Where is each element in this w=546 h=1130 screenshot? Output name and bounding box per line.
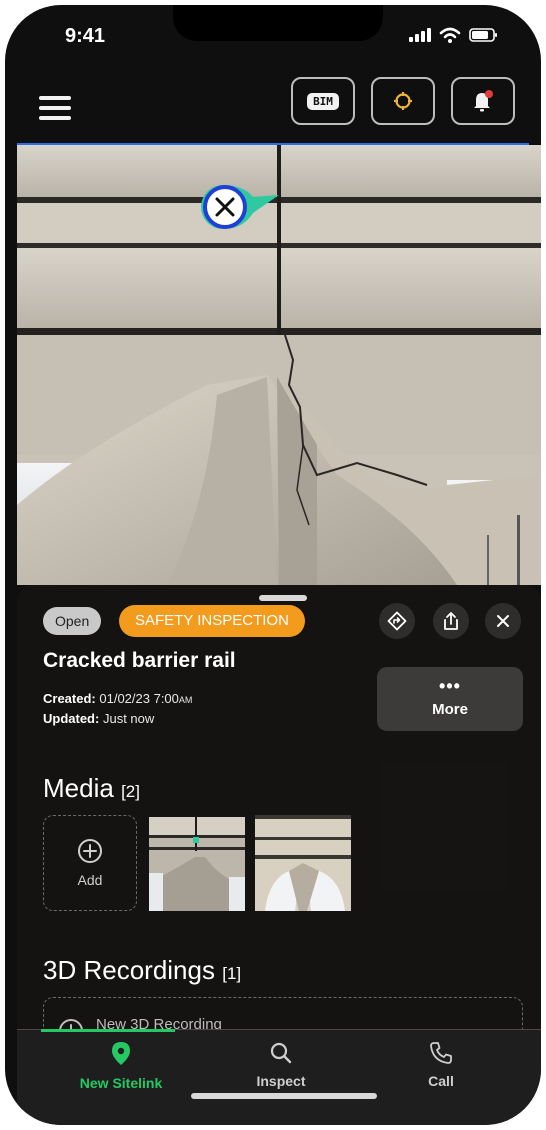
- more-dots-icon: •••: [439, 675, 461, 696]
- media-heading: Media [2]: [43, 773, 140, 804]
- tab-label: New Sitelink: [79, 1075, 163, 1091]
- top-bar: BIM: [5, 69, 541, 145]
- phone-icon: [430, 1042, 452, 1064]
- sitelink-marker[interactable]: [201, 181, 291, 233]
- share-button[interactable]: [433, 603, 469, 639]
- active-tab-indicator: [41, 1029, 175, 1032]
- status-chip: Open: [43, 607, 102, 635]
- device-notch: [173, 5, 383, 41]
- map-pin-icon: [112, 1042, 130, 1065]
- add-media-label: Add: [77, 872, 103, 888]
- tab-label: Call: [428, 1073, 454, 1089]
- updated-row: Updated: Just now: [43, 711, 154, 726]
- crosshair-icon: [394, 92, 412, 110]
- tab-new-sitelink[interactable]: New Sitelink: [51, 1041, 191, 1091]
- updated-value: Just now: [102, 711, 155, 726]
- notifications-button[interactable]: [451, 77, 515, 125]
- created-label: Created:: [43, 691, 96, 706]
- ticket-bottom-sheet: Open SAFETY INSPECTION Cracked barrier r…: [17, 585, 541, 1037]
- target-button[interactable]: [371, 77, 435, 125]
- sheet-grabber[interactable]: [259, 595, 307, 601]
- plus-circle-icon: [78, 839, 102, 863]
- more-button[interactable]: ••• More: [377, 667, 523, 731]
- close-button[interactable]: [485, 603, 521, 639]
- battery-icon: [469, 28, 497, 42]
- bottom-tab-bar: New Sitelink Inspect Call: [17, 1029, 541, 1125]
- search-icon: [270, 1042, 292, 1064]
- tab-inspect[interactable]: Inspect: [211, 1041, 351, 1089]
- created-value: 01/02/23 7:00: [99, 691, 179, 706]
- media-thumbnail[interactable]: [149, 817, 245, 911]
- created-ampm: AM: [178, 695, 193, 705]
- signal-icon: [409, 28, 431, 42]
- top-bar-divider: [17, 143, 529, 145]
- recordings-heading: 3D Recordings [1]: [43, 955, 241, 986]
- status-time: 9:41: [65, 25, 106, 47]
- add-media-button[interactable]: Add: [43, 815, 137, 911]
- created-row: Created: 01/02/23 7:00AM: [43, 691, 192, 706]
- ticket-title: Cracked barrier rail: [43, 649, 236, 672]
- wifi-icon: [439, 27, 461, 43]
- media-thumbnail[interactable]: [255, 815, 351, 911]
- media-title: Media: [43, 773, 114, 803]
- phone-frame: 9:41 BIM Open SAFETY INSPECTION Cracked …: [5, 5, 541, 1125]
- updated-label: Updated:: [43, 711, 100, 726]
- category-chip: SAFETY INSPECTION: [119, 605, 305, 637]
- recordings-count: [1]: [222, 964, 242, 983]
- hamburger-menu-icon[interactable]: [39, 96, 71, 120]
- bim-button[interactable]: BIM: [291, 77, 355, 125]
- tab-call[interactable]: Call: [371, 1041, 511, 1089]
- home-indicator: [191, 1093, 377, 1099]
- bim-label: BIM: [306, 91, 340, 111]
- more-label: More: [432, 700, 468, 718]
- directions-button[interactable]: [379, 603, 415, 639]
- close-icon: [497, 615, 509, 627]
- tab-label: Inspect: [256, 1073, 306, 1089]
- directions-icon: [387, 611, 407, 631]
- share-icon: [444, 612, 458, 630]
- bell-icon: [474, 90, 493, 112]
- media-count: [2]: [121, 782, 140, 801]
- recordings-title: 3D Recordings: [43, 955, 215, 985]
